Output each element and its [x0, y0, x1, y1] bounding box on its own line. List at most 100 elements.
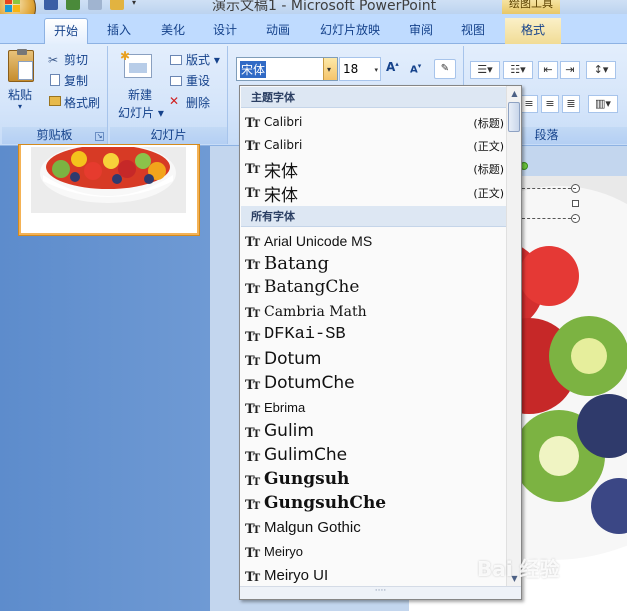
font-option-malgun-gothic[interactable]: TT Malgun Gothic [244, 517, 506, 541]
slides-group: ✱ 新建 幻灯片 ▾ 版式 ▾ 重设 ✕ 删除 幻灯片 [110, 46, 228, 144]
slide-thumbnail-selected[interactable] [18, 144, 200, 236]
layout-button[interactable]: 版式 ▾ [186, 51, 220, 68]
customize-qat-icon[interactable]: ▾ [132, 0, 146, 10]
truetype-font-icon: TT [245, 162, 260, 177]
scrollbar-thumb[interactable] [508, 102, 520, 132]
increase-indent-icon[interactable]: ⇥ [560, 61, 580, 79]
font-option-arial-unicode-ms[interactable]: TT Arial Unicode MS [244, 230, 506, 254]
font-option-dfkai-sb[interactable]: TT DFKai-SB [244, 325, 506, 349]
ribbon-tabs: 开始 插入 美化 设计 动画 幻灯片放映 审阅 视图 格式 [0, 14, 627, 44]
font-name-combobox[interactable]: 宋体 ▾ [236, 57, 338, 81]
font-option-gungsuhche[interactable]: TT GungsuhChe [244, 493, 506, 517]
tab-format[interactable]: 格式 [505, 18, 561, 44]
font-option-batang[interactable]: TT Batang [244, 253, 506, 277]
tab-view[interactable]: 视图 [452, 18, 494, 44]
dropdown-resize-grip[interactable]: ···· [240, 586, 521, 599]
font-option-theme-songti-heading[interactable]: TT 宋体 (标题) [244, 157, 506, 182]
truetype-font-icon: TT [245, 450, 260, 465]
truetype-font-icon: TT [245, 282, 260, 297]
justify-icon[interactable]: ≣ [562, 95, 580, 113]
font-option-theme-calibri-heading[interactable]: TT Calibri (标题) [244, 111, 506, 135]
tab-animations[interactable]: 动画 [257, 18, 299, 44]
copy-icon [50, 74, 60, 86]
truetype-font-icon: TT [245, 426, 260, 441]
paste-button[interactable]: 粘贴 [8, 86, 32, 103]
decrease-indent-icon[interactable]: ⇤ [538, 61, 558, 79]
truetype-font-icon: TT [245, 402, 260, 417]
clear-formatting-icon[interactable]: ✎ [434, 59, 456, 79]
paste-dropdown-icon[interactable]: ▾ [18, 102, 22, 111]
truetype-font-icon: TT [245, 498, 260, 513]
save-icon[interactable] [44, 0, 58, 10]
delete-icon: ✕ [169, 94, 180, 108]
slide-thumbnail [21, 145, 197, 233]
quick-access-toolbar: ▾ [44, 0, 146, 11]
truetype-font-icon: TT [245, 570, 260, 585]
truetype-font-icon: TT [245, 186, 260, 201]
columns-icon[interactable]: ▥▾ [588, 95, 618, 113]
truetype-font-icon: TT [245, 330, 260, 345]
font-option-theme-calibri-body[interactable]: TT Calibri (正文) [244, 134, 506, 158]
font-option-dotumche[interactable]: TT DotumChe [244, 373, 506, 397]
format-painter-icon [49, 96, 61, 106]
new-slide-icon[interactable]: ✱ [120, 49, 152, 78]
line-spacing-icon[interactable]: ↕▾ [586, 61, 616, 79]
copy-button[interactable]: 复制 [64, 72, 88, 89]
shrink-font-icon[interactable]: A▾ [410, 62, 428, 80]
tab-design[interactable]: 设计 [204, 18, 246, 44]
tab-home[interactable]: 开始 [44, 18, 88, 44]
title-bar: ▾ 演示文稿1 - Microsoft PowerPoint 绘图工具 [0, 0, 627, 14]
font-name-dropdown-icon[interactable]: ▾ [323, 58, 337, 80]
slides-pane [0, 144, 210, 611]
font-option-theme-songti-body[interactable]: TT 宋体 (正文) [244, 181, 506, 206]
font-size-combobox[interactable]: 18 ▾ [339, 57, 381, 81]
font-option-gulimche[interactable]: TT GulimChe [244, 445, 506, 469]
office-logo-icon [5, 0, 21, 13]
reset-button[interactable]: 重设 [186, 72, 210, 89]
font-size-dropdown-icon[interactable]: ▾ [374, 66, 378, 74]
office-button[interactable] [0, 0, 36, 14]
font-name-value[interactable]: 宋体 [240, 61, 267, 78]
all-fonts-header: 所有字体 [241, 206, 506, 227]
drawing-tools-context-label: 绘图工具 [502, 0, 560, 14]
placeholder-border [522, 188, 576, 219]
font-size-value[interactable]: 18 [343, 62, 358, 76]
align-center-icon[interactable]: ≡ [520, 95, 538, 113]
window-title: 演示文稿1 - Microsoft PowerPoint [212, 0, 437, 14]
paste-icon[interactable] [8, 49, 34, 82]
font-option-batangche[interactable]: TT BatangChe [244, 277, 506, 301]
tab-review[interactable]: 审阅 [400, 18, 442, 44]
delete-button[interactable]: 删除 [186, 94, 210, 111]
clipboard-launcher-icon[interactable]: ↘ [95, 132, 104, 141]
tab-beautify[interactable]: 美化 [152, 18, 194, 44]
font-option-meiryo[interactable]: TT Meiryo [244, 541, 506, 565]
truetype-font-icon: TT [245, 354, 260, 369]
truetype-font-icon: TT [245, 116, 260, 131]
bullets-icon[interactable]: ☰▾ [470, 61, 500, 79]
new-slide-button[interactable]: 新建 [128, 86, 152, 103]
grow-font-icon[interactable]: A▴ [386, 60, 406, 80]
redo-icon[interactable] [88, 0, 102, 10]
font-option-cambria-math[interactable]: TT Cambria Math [244, 301, 506, 325]
truetype-font-icon: TT [245, 522, 260, 537]
slides-caption: 幻灯片 [110, 127, 227, 144]
tab-slide-show[interactable]: 幻灯片放映 [312, 18, 388, 44]
scroll-up-icon[interactable]: ▲ [507, 86, 522, 101]
format-painter-button[interactable]: 格式刷 [64, 94, 100, 111]
font-option-dotum[interactable]: TT Dotum [244, 349, 506, 373]
scissors-icon: ✂ [48, 53, 59, 67]
align-right-icon[interactable]: ≡ [541, 95, 559, 113]
font-option-ebrima[interactable]: TT Ebrima [244, 397, 506, 421]
open-icon[interactable] [110, 0, 124, 10]
font-option-gulim[interactable]: TT Gulim [244, 421, 506, 445]
truetype-font-icon: TT [245, 235, 260, 250]
font-list-scrollbar[interactable]: ▲ ▼ [506, 86, 521, 586]
numbering-icon[interactable]: ☷▾ [503, 61, 533, 79]
undo-icon[interactable] [66, 0, 80, 10]
cut-button[interactable]: 剪切 [64, 51, 88, 68]
new-slide-dropdown[interactable]: 幻灯片 ▾ [118, 104, 164, 121]
tab-insert[interactable]: 插入 [98, 18, 140, 44]
truetype-font-icon: TT [245, 546, 260, 561]
font-option-gungsuh[interactable]: TT Gungsuh [244, 469, 506, 493]
truetype-font-icon: TT [245, 306, 260, 321]
